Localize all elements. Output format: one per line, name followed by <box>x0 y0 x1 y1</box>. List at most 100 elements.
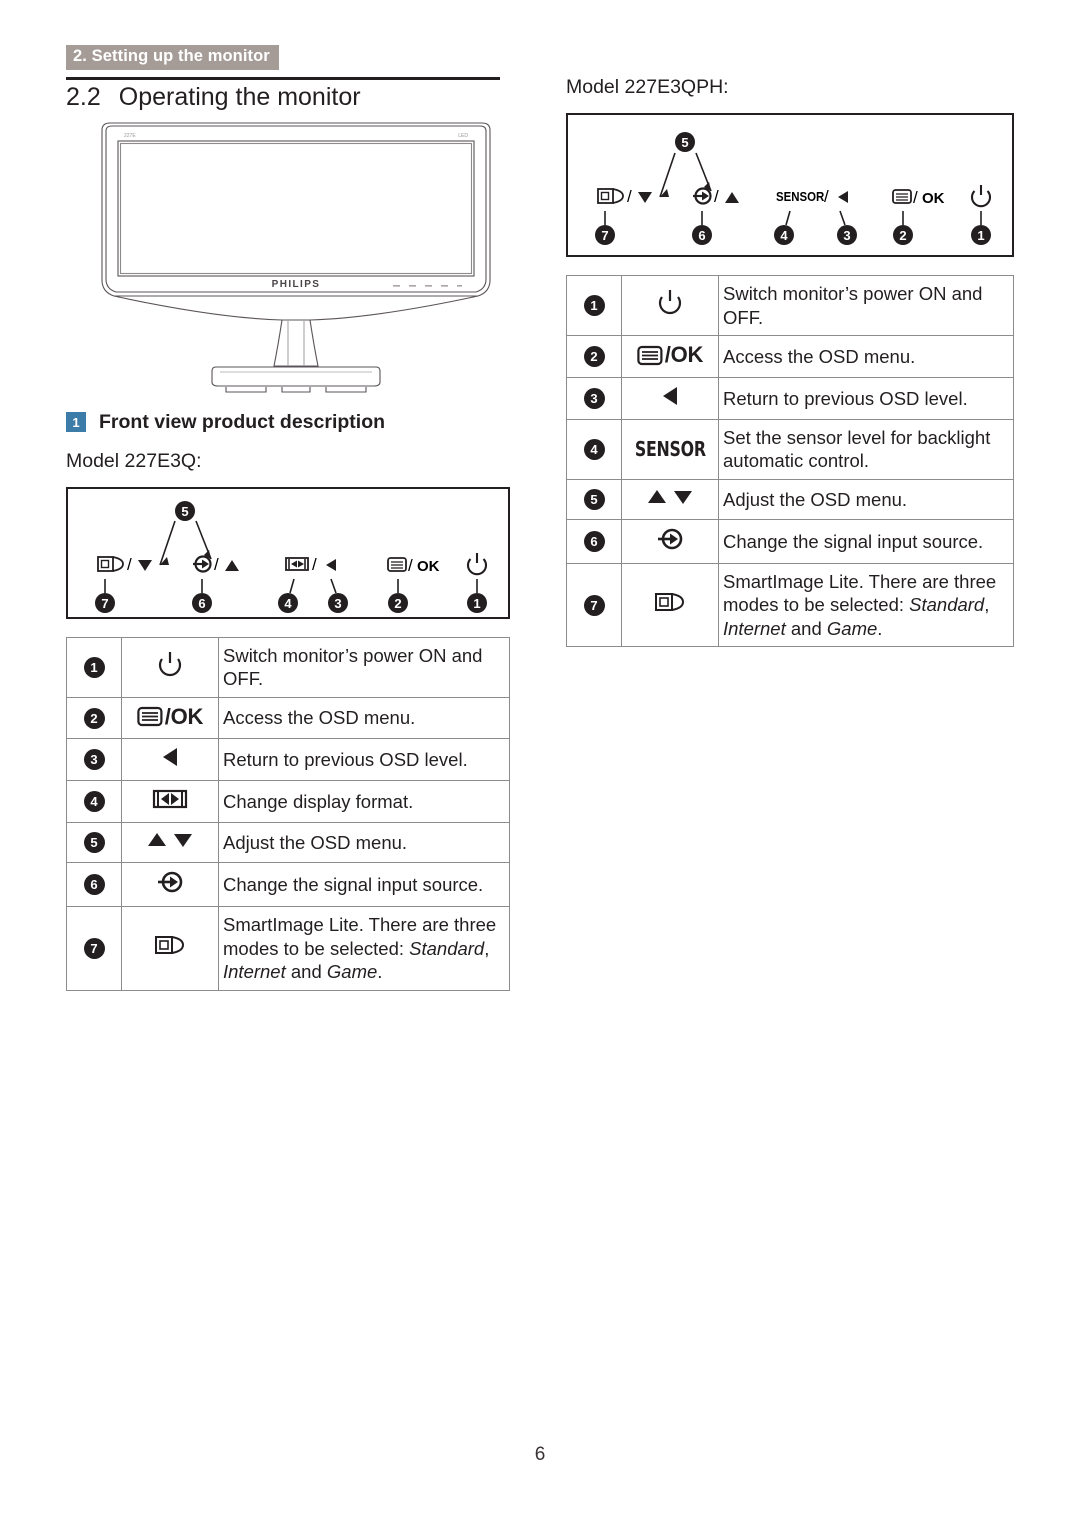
panel-callout-1: 1 <box>977 228 984 243</box>
table-row: 5 Adjust the OSD menu. <box>566 478 1014 520</box>
model-badge-left: 227E <box>124 133 136 139</box>
row-number-cell: 6 <box>66 862 122 908</box>
panel-key-menu: / OK <box>387 556 440 575</box>
row-icon-cell: SENSOR <box>621 418 719 480</box>
row-text: Switch monitor’s power ON and OFF. <box>218 636 510 698</box>
row-text: Change the signal input source. <box>718 518 1014 564</box>
panel-key-power <box>466 552 488 576</box>
si-mode-internet: Internet <box>223 961 286 983</box>
panel-callout-2: 2 <box>899 228 906 243</box>
bullet-number: 1 <box>583 295 605 317</box>
si-sep1: , <box>484 937 490 959</box>
left-column: 2.2 Operating the monitor PHILIPS 227E L… <box>66 83 510 991</box>
row-icon-cell <box>121 636 219 698</box>
svg-text:/: / <box>627 187 632 206</box>
row-icon-cell <box>621 376 719 420</box>
bullet-number: 2 <box>83 707 105 729</box>
panel-callout-7: 7 <box>101 596 108 611</box>
svg-text:OK: OK <box>922 190 945 207</box>
table-row: 5 Adjust the OSD menu. <box>66 822 510 864</box>
row-number-cell: 3 <box>566 376 622 420</box>
monitor-illustration: PHILIPS 227E LED <box>96 120 496 405</box>
up-down-arrow-icon <box>648 489 692 504</box>
front-panel-diagram-right: 5 / / SENSOR / / OK 7 6 4 3 2 1 <box>566 113 1014 258</box>
table-row: 4 SENSOR Set the sensor level for backli… <box>566 418 1014 480</box>
bullet-number: 6 <box>83 874 105 896</box>
menu-ok-label: /OK <box>164 703 204 729</box>
svg-text:/: / <box>714 187 719 206</box>
left-arrow-icon <box>163 748 177 767</box>
row-number-cell: 7 <box>66 906 122 991</box>
panel-callout-2: 2 <box>394 596 401 611</box>
bullet-number: 7 <box>83 938 105 960</box>
row-text: Switch monitor’s power ON and OFF. <box>718 275 1014 337</box>
running-head: 2. Setting up the monitor <box>66 45 279 70</box>
panel-key-smartimage: / <box>597 187 652 206</box>
bezel-control-marks <box>393 284 462 287</box>
power-icon <box>158 651 182 676</box>
row-icon-cell <box>621 518 719 564</box>
svg-text:OK: OK <box>417 558 440 575</box>
panel-key-input: / <box>693 187 739 206</box>
row-number-cell: 4 <box>66 780 122 824</box>
panel-key-menu: / OK <box>892 188 945 207</box>
row-text: Adjust the OSD menu. <box>218 822 510 864</box>
panel-callout-1: 1 <box>473 596 480 611</box>
table-row: 7 SmartImage Lite. There are three modes… <box>566 562 1014 648</box>
menu-ok-icon: /OK <box>137 703 204 730</box>
front-view-caption: 1 Front view product description <box>66 411 510 434</box>
row-text: Return to previous OSD level. <box>218 738 510 782</box>
panel-sensor-label: SENSOR <box>776 190 824 205</box>
bullet-number: 7 <box>583 594 605 616</box>
callout-chip-1: 1 <box>66 412 86 432</box>
front-panel-diagram-left: 5 / / / / OK 7 6 4 3 2 1 <box>66 486 510 619</box>
bullet-number: 2 <box>583 346 605 368</box>
svg-text:/: / <box>312 555 317 574</box>
table-row: 3 Return to previous OSD level. <box>66 738 510 782</box>
row-number-cell: 2 <box>566 335 622 378</box>
row-number-cell: 1 <box>66 636 122 698</box>
table-row: 2 /OK Access the OSD menu. <box>566 335 1014 378</box>
row-icon-cell: /OK <box>621 335 719 378</box>
si-mode-game: Game <box>326 961 378 983</box>
bullet-number: 6 <box>583 530 605 552</box>
manual-page: 2. Setting up the monitor 2.2 Operating … <box>0 0 1080 1527</box>
panel-key-smartimage: / <box>97 555 152 574</box>
row-text: SmartImage Lite. There are three modes t… <box>718 562 1014 648</box>
table-row: 6 Change the signal input source. <box>566 518 1014 564</box>
table-row: 3 Return to previous OSD level. <box>566 376 1014 420</box>
si-end: . <box>877 617 883 639</box>
section-number: 2.2 <box>66 83 101 111</box>
table-row: 4 Change display format. <box>66 780 510 824</box>
row-number-cell: 6 <box>566 518 622 564</box>
si-end: . <box>377 961 383 983</box>
page-number: 6 <box>534 1444 546 1465</box>
panel-callout-4: 4 <box>284 596 292 611</box>
si-mode-game: Game <box>826 617 878 639</box>
right-column: Model 227E3QPH: 5 / / SENSOR / / OK 7 6 … <box>566 76 1014 648</box>
row-icon-cell <box>621 478 719 520</box>
panel-callout-4: 4 <box>780 228 788 243</box>
menu-ok-icon: /OK <box>637 342 703 368</box>
key-table-left: 1 Switch monitor’s power ON and OFF. 2 /… <box>66 636 510 991</box>
row-text: Access the OSD menu. <box>218 696 510 740</box>
row-number-cell: 7 <box>566 562 622 648</box>
si-mode-internet: Internet <box>723 617 786 639</box>
up-down-arrow-icon <box>148 833 192 848</box>
table-row: 2 /OK Access the OSD menu. <box>66 696 510 740</box>
osd-menu-icon <box>637 345 663 365</box>
header-rule <box>66 77 500 80</box>
row-text: Change display format. <box>218 780 510 824</box>
model-label-right: Model 227E3QPH: <box>566 76 729 98</box>
row-number-cell: 2 <box>66 696 122 740</box>
svg-text:/: / <box>913 188 918 207</box>
row-icon-cell <box>621 275 719 337</box>
panel-key-sensor: SENSOR / <box>776 187 848 206</box>
row-text: Set the sensor level for backlight autom… <box>718 418 1014 480</box>
panel-callout-6: 6 <box>698 228 705 243</box>
bullet-number: 4 <box>83 791 105 813</box>
row-icon-cell <box>121 906 219 991</box>
row-number-cell: 5 <box>66 822 122 864</box>
si-mode-standard: Standard <box>409 937 485 959</box>
panel-drawing-left: 5 / / / / OK 7 6 4 3 2 1 <box>95 500 488 613</box>
